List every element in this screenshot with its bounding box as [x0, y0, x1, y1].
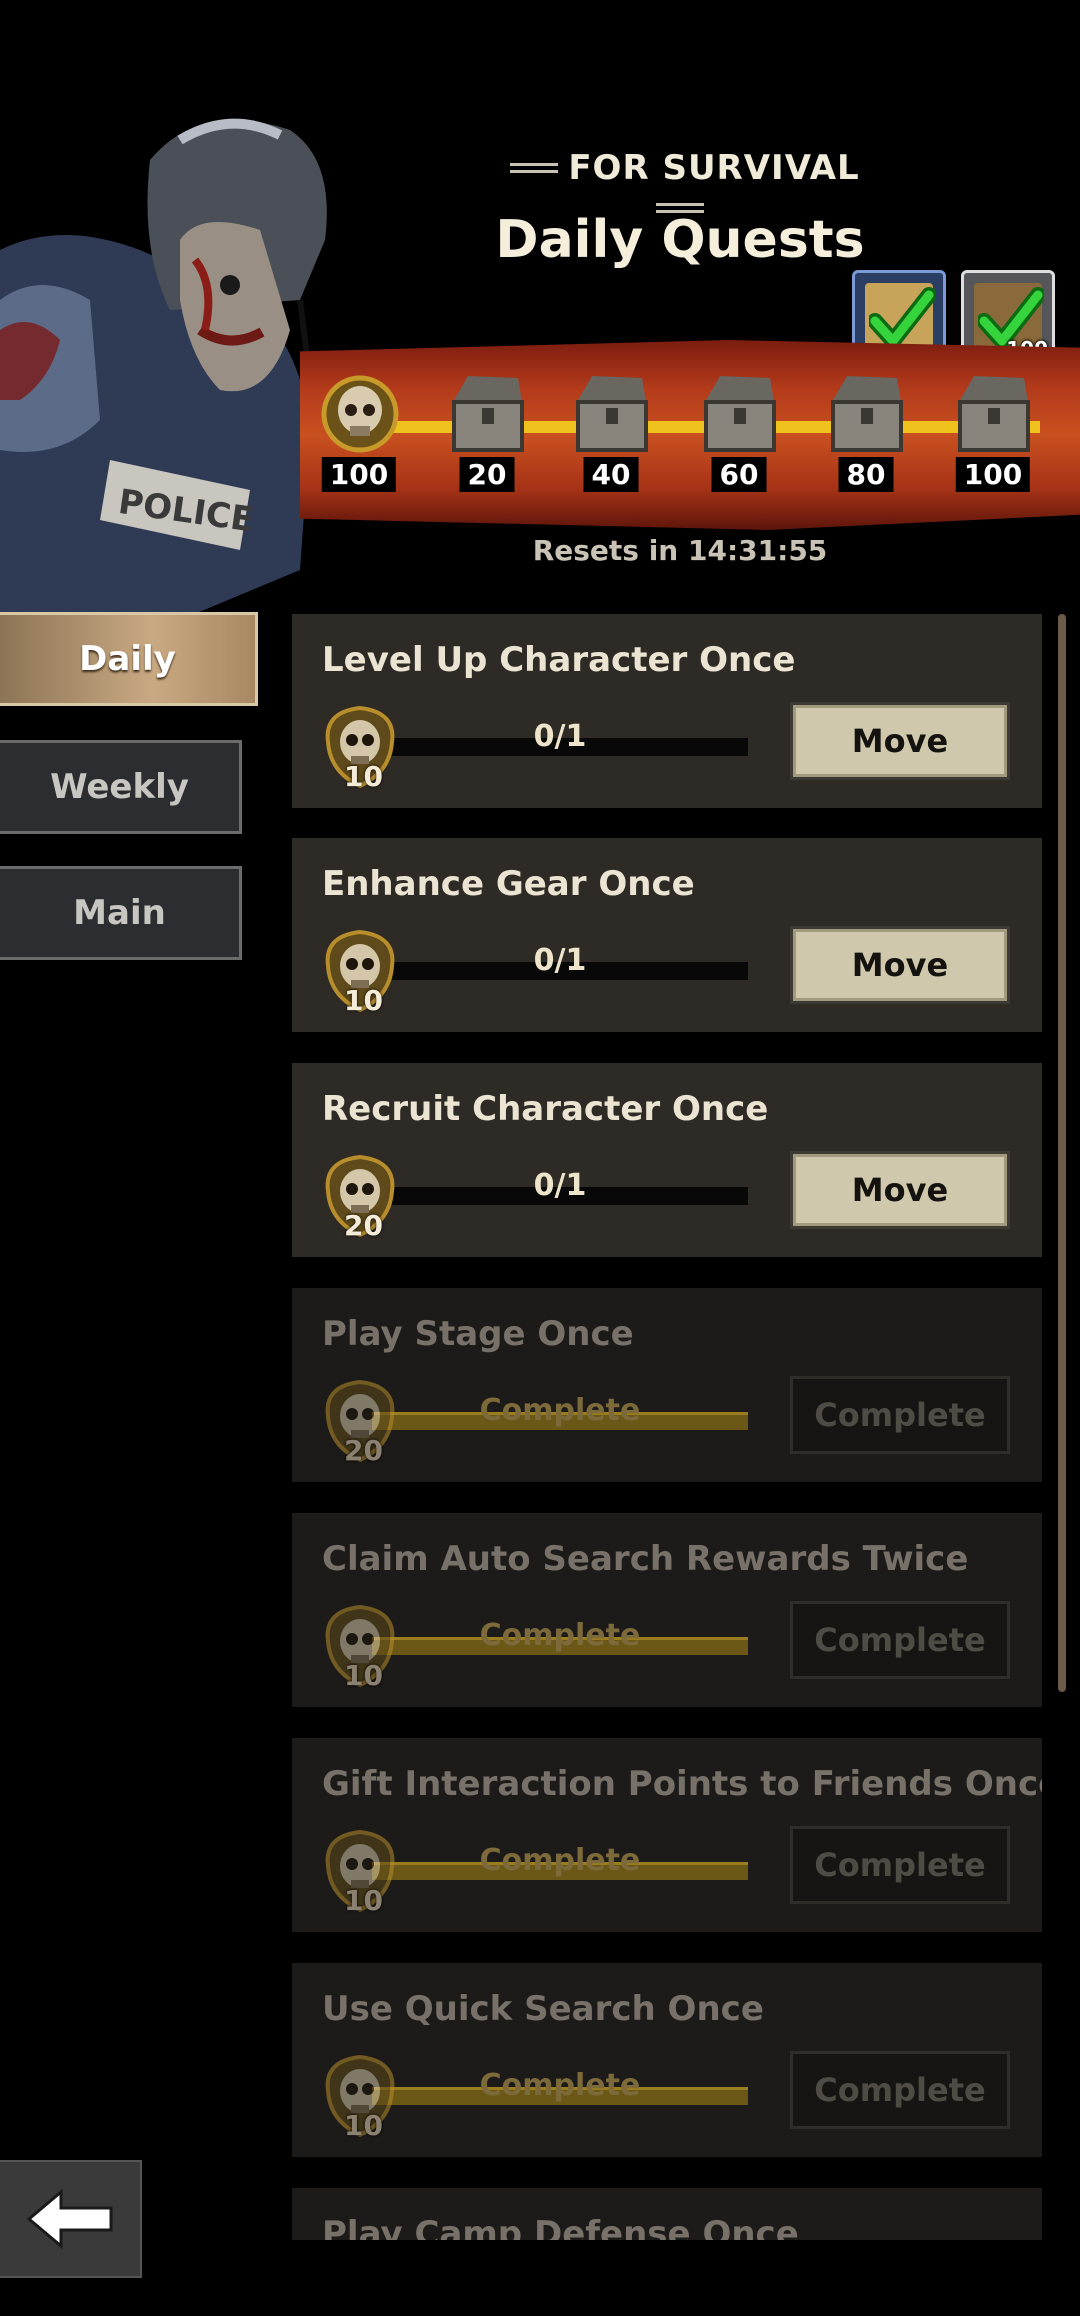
quest-card-completed: Play Camp Defense Once — [292, 2188, 1042, 2240]
checkmark-icon — [869, 287, 935, 349]
quest-title: Gift Interaction Points to Friends Once — [322, 1764, 1042, 1804]
left-ornament — [510, 162, 559, 177]
reset-timer: Resets in 14:31:55 — [532, 534, 828, 567]
progress-text: 0/1 — [533, 1168, 587, 1203]
milestone-value: 80 — [838, 457, 894, 492]
progress-text: Complete — [479, 1618, 641, 1653]
quest-title: Enhance Gear Once — [322, 864, 695, 904]
subtitle-text: FOR SURVIVAL — [568, 148, 860, 188]
tab-weekly[interactable]: Weekly — [0, 740, 242, 834]
chest-icon — [576, 376, 648, 452]
reward-chest-1[interactable]: 20 — [442, 368, 532, 496]
back-arrow-icon — [26, 2188, 113, 2250]
progress-text: Complete — [479, 2068, 641, 2103]
chest-icon — [704, 376, 776, 452]
quest-list[interactable]: Level Up Character Once 0/1 10 Move Enha… — [292, 614, 1042, 2240]
quest-card-completed: Use Quick Search Once Complete 10 Comple… — [292, 1963, 1042, 2157]
reward-chest-5[interactable]: 100 — [948, 368, 1038, 496]
police-zombie-character-art: POLICE — [0, 118, 327, 620]
milestone-value: 20 — [459, 457, 515, 492]
quest-title: Recruit Character Once — [322, 1089, 769, 1129]
quest-title: Play Stage Once — [322, 1314, 634, 1354]
complete-button[interactable]: Complete — [790, 2051, 1010, 2129]
current-points-label: 100 — [321, 457, 397, 492]
quest-card-completed: Gift Interaction Points to Friends Once … — [292, 1738, 1042, 1932]
complete-button[interactable]: Complete — [790, 1826, 1010, 1904]
complete-button[interactable]: Complete — [790, 1376, 1010, 1454]
tab-daily[interactable]: Daily — [0, 612, 258, 706]
quest-title: Claim Auto Search Rewards Twice — [322, 1539, 969, 1579]
milestone-value: 60 — [711, 457, 767, 492]
progress-text: 0/1 — [533, 719, 587, 754]
back-button[interactable] — [0, 2160, 142, 2278]
tab-main[interactable]: Main — [0, 866, 242, 960]
chest-icon — [831, 376, 903, 452]
quest-list-scrollbar[interactable] — [1058, 614, 1066, 1692]
current-points-medal: 100 — [314, 368, 404, 496]
reward-chest-4[interactable]: 80 — [821, 368, 911, 496]
milestone-value: 100 — [955, 457, 1031, 492]
progress-text: 0/1 — [533, 943, 587, 978]
reward-chest-3[interactable]: 60 — [694, 368, 784, 496]
quest-title: Use Quick Search Once — [322, 1989, 764, 2029]
milestone-value: 40 — [583, 457, 639, 492]
reward-amount: 20 — [344, 1434, 383, 1467]
move-button[interactable]: Move — [790, 702, 1010, 780]
chest-icon — [452, 376, 524, 452]
reward-amount: 10 — [344, 1659, 383, 1692]
reward-amount: 10 — [344, 984, 383, 1017]
reward-chest-2[interactable]: 40 — [566, 368, 656, 496]
move-button[interactable]: Move — [790, 926, 1010, 1004]
progress-text: Complete — [479, 1393, 641, 1428]
progress-text: Complete — [479, 1843, 641, 1878]
move-button[interactable]: Move — [790, 1151, 1010, 1229]
reward-amount: 10 — [344, 2109, 383, 2142]
reward-amount: 10 — [344, 1884, 383, 1917]
reward-amount: 10 — [344, 760, 383, 793]
page-title: Daily Quests — [495, 210, 865, 270]
quest-title: Play Camp Defense Once — [322, 2214, 799, 2240]
quest-card: Level Up Character Once 0/1 10 Move — [292, 614, 1042, 808]
quest-card: Enhance Gear Once 0/1 10 Move — [292, 838, 1042, 1032]
complete-button[interactable]: Complete — [790, 1601, 1010, 1679]
skull-medal-icon — [321, 375, 399, 453]
chest-icon — [958, 376, 1030, 452]
quest-title: Level Up Character Once — [322, 640, 796, 680]
reward-amount: 20 — [344, 1209, 383, 1242]
quest-card-completed: Play Stage Once Complete 20 Complete — [292, 1288, 1042, 1482]
quest-card-completed: Claim Auto Search Rewards Twice Complete… — [292, 1513, 1042, 1707]
quest-card: Recruit Character Once 0/1 20 Move — [292, 1063, 1042, 1257]
